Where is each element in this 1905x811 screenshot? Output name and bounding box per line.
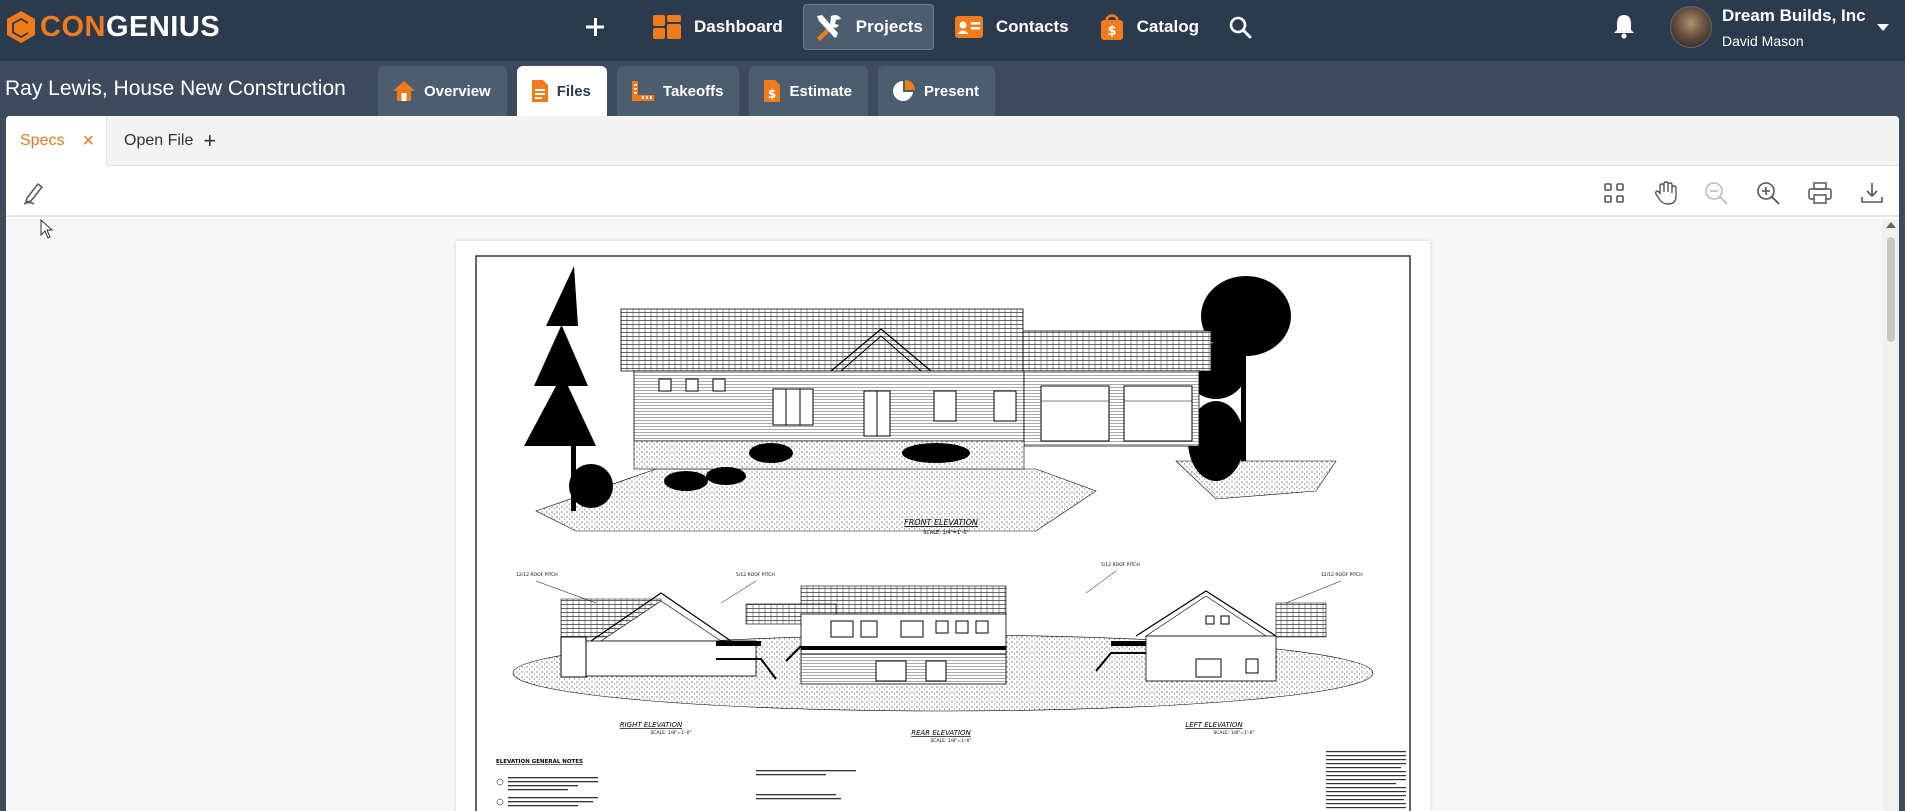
tools-icon	[816, 15, 841, 41]
right-elevation-scale: SCALE: 1/8"=1'-0"	[650, 730, 691, 736]
top-navigation-bar: CONGENIUS Dashboard Projects Contacts $ …	[0, 0, 1905, 61]
tab-present-label: Present	[924, 82, 980, 100]
close-icon[interactable]: ×	[82, 130, 94, 153]
plus-icon: +	[203, 128, 217, 153]
viewer-toolbar	[6, 167, 1899, 217]
printer-icon	[1808, 182, 1832, 204]
bell-icon	[1614, 15, 1634, 39]
tab-estimate-label: Estimate	[789, 82, 853, 100]
left-elevation-label: LEFT ELEVATION	[1185, 721, 1243, 729]
user-name: David Mason	[1722, 32, 1804, 49]
file-tabs: Specs × Open File +	[6, 116, 1899, 166]
scroll-up-arrow-icon[interactable]	[1886, 222, 1896, 228]
tab-overview-label: Overview	[424, 82, 491, 100]
tab-present[interactable]: Present	[878, 66, 996, 116]
tab-takeoffs[interactable]: Takeoffs	[616, 66, 740, 116]
zoom-in-icon	[1757, 182, 1780, 205]
files-panel: Specs × Open File + FRONT ELEVATION SCAL…	[6, 116, 1899, 811]
nav-projects[interactable]: Projects	[802, 4, 934, 50]
pan-button[interactable]	[1652, 179, 1680, 207]
tab-overview[interactable]: Overview	[378, 66, 507, 116]
nav-catalog-label: Catalog	[1136, 17, 1199, 36]
roof-pitch-label-2: 5/12 ROOF PITCH	[736, 572, 775, 578]
home-icon	[393, 81, 415, 101]
estimate-dollar-icon: $	[764, 80, 781, 102]
pen-icon	[23, 182, 44, 205]
annotate-button[interactable]	[20, 179, 48, 207]
open-file-label: Open File	[124, 132, 194, 149]
front-elevation-label: FRONT ELEVATION	[904, 518, 978, 527]
main-nav: Dashboard Projects Contacts $ Catalog	[580, 4, 1255, 50]
tab-files[interactable]: Files	[516, 66, 607, 116]
project-title: Ray Lewis, House New Construction	[5, 77, 346, 100]
pie-chart-icon	[893, 80, 916, 101]
left-elevation-scale: SCALE: 1/8"=1'-0"	[1213, 730, 1254, 736]
print-button[interactable]	[1806, 179, 1834, 207]
download-icon	[1861, 183, 1883, 203]
logo-mark-icon	[7, 11, 35, 43]
elevation-drawing: FRONT ELEVATION SCALE: 1/4"=1'-0" 12/12 …	[475, 255, 1411, 811]
file-tab-specs[interactable]: Specs ×	[6, 116, 107, 166]
front-elevation-scale: SCALE: 1/4"=1'-0"	[923, 530, 969, 536]
hand-icon	[1654, 181, 1677, 205]
front-roof-main	[620, 308, 1024, 372]
nav-contacts[interactable]: Contacts	[944, 4, 1079, 50]
open-file-button[interactable]: Open File +	[124, 116, 216, 166]
user-company: Dream Builds, Inc	[1722, 5, 1866, 25]
avatar[interactable]	[1670, 6, 1712, 48]
roof-pitch-label-3: 5/12 ROOF PITCH	[1101, 562, 1140, 568]
svg-text:$: $	[768, 87, 776, 101]
document-viewer[interactable]: FRONT ELEVATION SCALE: 1/4"=1'-0" 12/12 …	[6, 219, 1899, 811]
roof-pitch-label-4: 12/12 ROOF PITCH	[1321, 572, 1363, 578]
tab-estimate[interactable]: $ Estimate	[749, 66, 869, 116]
nav-catalog[interactable]: $ Catalog	[1089, 4, 1209, 50]
logo-text-genius: GENIUS	[105, 10, 221, 43]
zoom-in-button[interactable]	[1754, 179, 1782, 207]
nav-projects-label: Projects	[855, 17, 923, 36]
notifications-button[interactable]	[1610, 12, 1638, 40]
add-new-button[interactable]	[580, 12, 610, 42]
grid-icon	[1604, 183, 1624, 203]
thumbnails-button[interactable]	[1600, 179, 1628, 207]
logo-text-con: CON	[40, 10, 106, 43]
project-tabs: Overview Files Takeoffs $ Estimate Prese…	[378, 66, 1005, 116]
vertical-scrollbar[interactable]	[1882, 219, 1899, 811]
project-header: Ray Lewis, House New Construction Overvi…	[0, 61, 1905, 116]
caret-down-icon[interactable]	[1877, 24, 1889, 31]
ruler-icon	[631, 81, 654, 101]
contact-card-icon	[954, 16, 983, 38]
user-info: Dream Builds, Inc David Mason	[1722, 6, 1866, 49]
roof-pitch-label-1: 12/12 ROOF PITCH	[516, 572, 558, 578]
logo-text: CONGENIUS	[40, 11, 220, 44]
mouse-pointer-icon	[40, 219, 54, 239]
rear-elevation-scale: SCALE: 1/8"=1'-0"	[930, 738, 971, 744]
congenius-logo[interactable]: CONGENIUS	[6, 10, 220, 44]
dashboard-icon	[653, 15, 681, 39]
file-icon	[531, 80, 548, 102]
file-tab-specs-label: Specs	[20, 132, 65, 149]
catalog-bag-icon: $	[1100, 14, 1123, 40]
svg-text:$: $	[1107, 24, 1116, 39]
zoom-out-icon	[1705, 182, 1728, 205]
nav-dashboard[interactable]: Dashboard	[642, 4, 793, 50]
document-page: FRONT ELEVATION SCALE: 1/4"=1'-0" 12/12 …	[456, 241, 1430, 811]
user-menu[interactable]: Dream Builds, Inc David Mason	[1670, 4, 1889, 50]
nav-contacts-label: Contacts	[995, 17, 1069, 36]
nav-dashboard-label: Dashboard	[694, 17, 783, 36]
zoom-out-button[interactable]	[1702, 179, 1730, 207]
tab-files-label: Files	[556, 82, 591, 100]
plus-icon	[586, 18, 604, 36]
tab-takeoffs-label: Takeoffs	[662, 82, 724, 100]
right-elevation-label: RIGHT ELEVATION	[620, 721, 683, 729]
notes-title: ELEVATION GENERAL NOTES	[496, 759, 583, 765]
rear-elevation-label: REAR ELEVATION	[911, 729, 971, 737]
front-roof-garage	[1022, 330, 1212, 372]
search-icon	[1229, 16, 1252, 39]
search-button[interactable]	[1225, 12, 1255, 42]
scrollbar-thumb[interactable]	[1887, 237, 1895, 342]
download-button[interactable]	[1858, 179, 1886, 207]
